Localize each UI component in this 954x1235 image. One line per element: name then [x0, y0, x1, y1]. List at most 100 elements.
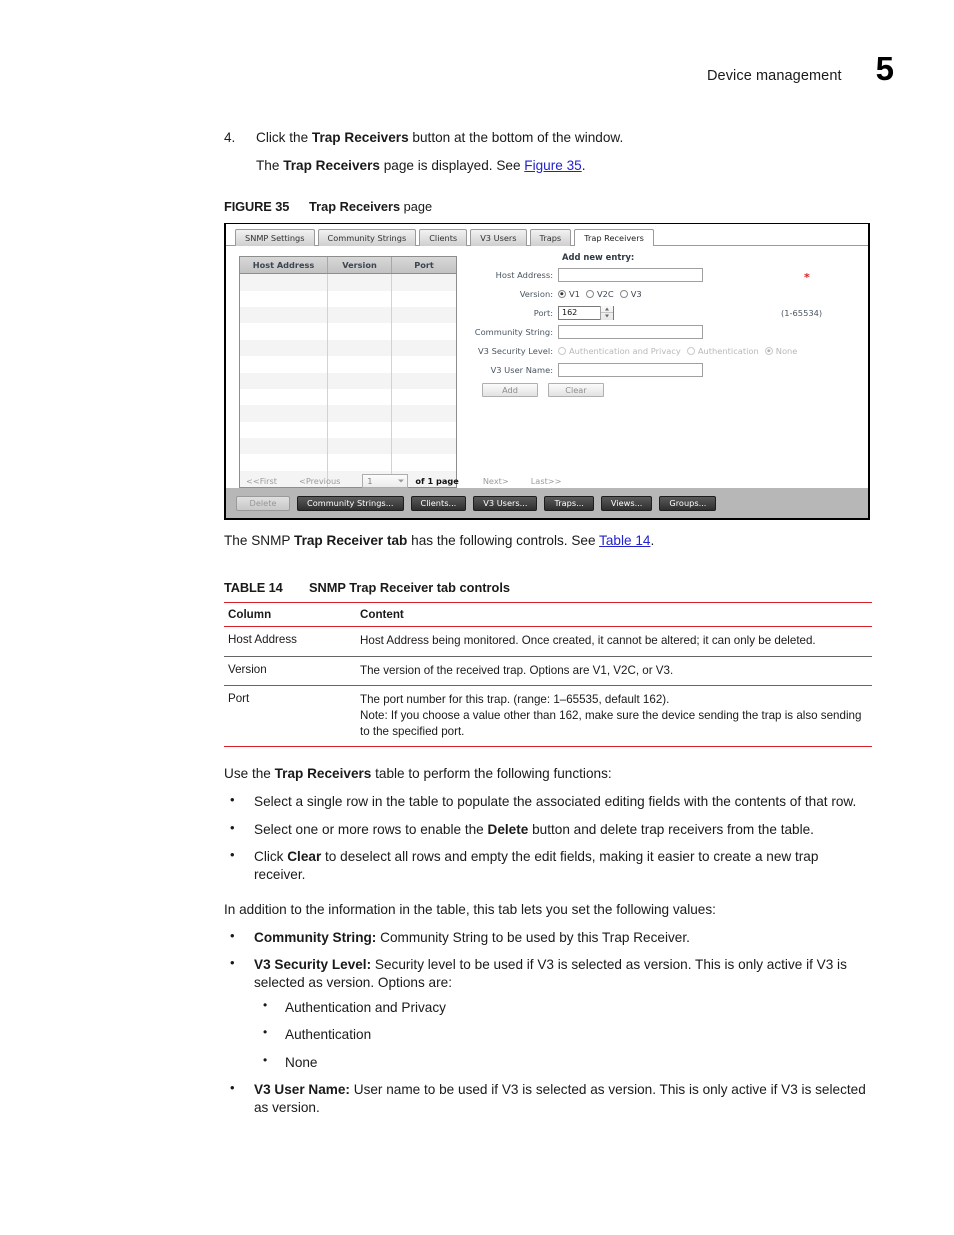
- doc-row-column-label: Port: [224, 685, 356, 748]
- host-address-label: Host Address:: [495, 269, 553, 280]
- tab-v3-users[interactable]: V3 Users: [470, 229, 527, 247]
- delete-button[interactable]: Delete: [236, 495, 290, 511]
- table-row[interactable]: [240, 454, 456, 471]
- v3-security-option-auth-privacy-label: Authentication and Privacy: [569, 345, 681, 356]
- figure-caption-text: Trap Receivers page: [309, 199, 432, 214]
- version-option-v3-label: V3: [630, 288, 642, 299]
- stepper-down-icon[interactable]: [601, 312, 613, 320]
- pagination-first[interactable]: <<First: [246, 476, 277, 486]
- v3-security-option-auth[interactable]: Authentication: [686, 346, 759, 356]
- after-figure-after: .: [650, 533, 655, 549]
- tab-trap-receivers[interactable]: Trap Receivers: [574, 229, 654, 247]
- cell-version: [328, 323, 392, 340]
- step-line1-bold: Trap Receivers: [311, 130, 409, 145]
- v3-security-level-row: V3 Security Level: Authentication and Pr…: [474, 341, 858, 360]
- step-line-2: The Trap Receivers page is displayed. Se…: [256, 158, 872, 175]
- table-row[interactable]: [240, 356, 456, 373]
- port-value: 162: [562, 308, 578, 318]
- table-row[interactable]: [240, 421, 456, 439]
- cell-version: [328, 405, 392, 422]
- trap-receivers-grid[interactable]: Host Address Version Port: [239, 256, 457, 489]
- traps-button[interactable]: Traps...: [544, 495, 594, 511]
- table-row[interactable]: [240, 438, 456, 455]
- figure-35-crossref[interactable]: Figure 35: [524, 158, 581, 173]
- add-new-entry-form: Add new entry: * (1-65534) Host Address:…: [474, 252, 858, 398]
- clients-button[interactable]: Clients...: [410, 495, 467, 511]
- port-range-hint: (1-65534): [781, 308, 823, 319]
- host-address-input[interactable]: [558, 267, 703, 282]
- doc-table-header-content: Content: [356, 602, 872, 628]
- list-item: V3 Security Level: Security level to be …: [224, 955, 872, 1071]
- cell-host: [240, 306, 328, 324]
- list-item: V3 User Name: User name to be used if V3…: [224, 1080, 872, 1116]
- version-row: Version: V1 V2C V3: [474, 284, 858, 303]
- tab-snmp-settings[interactable]: SNMP Settings: [235, 229, 315, 247]
- cell-version: [328, 454, 392, 471]
- version-option-v2c[interactable]: V2C: [585, 289, 614, 299]
- table-caption-text: SNMP Trap Receiver tab controls: [309, 580, 511, 596]
- community-string-label: Community String:: [474, 326, 553, 337]
- cell-version: [328, 339, 392, 357]
- screenshot-inner: SNMP Settings Community Strings Clients …: [226, 224, 868, 519]
- functions-lead-before: Use the: [224, 766, 275, 782]
- snmp-trap-receiver-controls-table: Column Content Host Address Host Address…: [224, 602, 872, 748]
- host-address-row: Host Address:: [474, 265, 858, 284]
- table-row[interactable]: [240, 372, 456, 389]
- functions-item-2-bold: Delete: [487, 821, 529, 837]
- pagination-previous[interactable]: <Previous: [299, 476, 340, 486]
- tab-clients[interactable]: Clients: [419, 229, 468, 247]
- community-strings-button[interactable]: Community Strings...: [297, 495, 404, 511]
- values-item-2-bold: V3 Security Level:: [254, 957, 372, 973]
- trap-receivers-screenshot: SNMP Settings Community Strings Clients …: [224, 223, 870, 521]
- v3-user-name-row: V3 User Name:: [474, 360, 858, 379]
- table-row[interactable]: [240, 388, 456, 406]
- table-14-crossref[interactable]: Table 14: [599, 533, 650, 548]
- table-row: Host Address Host Address being monitore…: [224, 626, 872, 657]
- functions-lead-after: table to perform the following functions…: [371, 766, 612, 782]
- radio-icon: [558, 289, 566, 298]
- page-number-select[interactable]: 1: [362, 474, 409, 489]
- v3-user-name-input[interactable]: [558, 362, 703, 377]
- v3-users-button[interactable]: V3 Users...: [473, 495, 538, 511]
- port-stepper-buttons[interactable]: [600, 305, 613, 320]
- version-radio-group: V1 V2C V3: [558, 289, 642, 299]
- groups-button[interactable]: Groups...: [659, 495, 717, 511]
- table-row[interactable]: [240, 306, 456, 324]
- cell-version: [328, 388, 392, 406]
- doc-row-content-line: The version of the received trap. Option…: [360, 663, 674, 677]
- pagination-last[interactable]: Last>>: [531, 476, 562, 486]
- add-button[interactable]: Add: [482, 383, 538, 398]
- tab-traps[interactable]: Traps: [529, 229, 572, 247]
- port-stepper[interactable]: 162: [558, 305, 614, 320]
- v3-security-option-auth-privacy[interactable]: Authentication and Privacy: [558, 346, 681, 356]
- functions-item-2-before: Select one or more rows to enable the: [254, 821, 488, 837]
- version-option-v1-label: V1: [569, 288, 580, 299]
- figure-caption-label: FIGURE 35: [224, 199, 290, 215]
- grid-col-host-address[interactable]: Host Address: [240, 257, 328, 274]
- tab-community-strings[interactable]: Community Strings: [317, 229, 417, 247]
- after-figure-mid: has the following controls. See: [407, 533, 600, 549]
- table-row[interactable]: [240, 405, 456, 422]
- screenshot-bottom-toolbar: Delete Community Strings... Clients... V…: [226, 488, 868, 519]
- table-row[interactable]: [240, 290, 456, 307]
- grid-col-version[interactable]: Version: [328, 257, 392, 274]
- v3-security-option-none[interactable]: None: [764, 346, 797, 356]
- table-row[interactable]: [240, 339, 456, 357]
- step-line1-before: Click the: [256, 130, 312, 145]
- radio-icon: [585, 289, 594, 298]
- functions-item-3-after: to deselect all rows and empty the edit …: [254, 849, 819, 882]
- cell-host: [240, 438, 328, 455]
- version-option-v1[interactable]: V1: [558, 289, 580, 299]
- grid-col-port[interactable]: Port: [392, 257, 456, 273]
- version-option-v3[interactable]: V3: [619, 288, 642, 299]
- table-row: Port The port number for this trap. (ran…: [224, 685, 872, 748]
- table-row[interactable]: [240, 323, 456, 340]
- clear-button[interactable]: Clear: [548, 383, 604, 398]
- community-string-input[interactable]: [558, 324, 703, 339]
- views-button[interactable]: Views...: [600, 495, 653, 511]
- page-content: 4. Click the Trap Receivers button at th…: [224, 130, 872, 1126]
- table-caption: TABLE 14 SNMP Trap Receiver tab controls: [224, 580, 872, 595]
- table-row[interactable]: [240, 274, 456, 291]
- cell-version: [328, 421, 392, 439]
- pagination-next[interactable]: Next>: [483, 476, 509, 486]
